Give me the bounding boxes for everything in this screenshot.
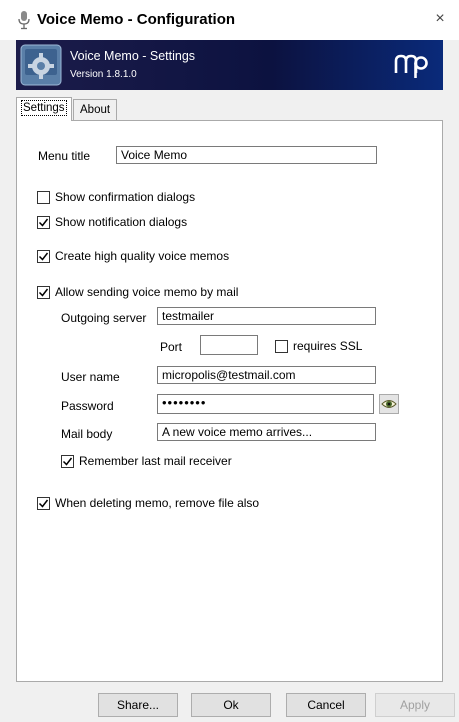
settings-logo-icon (20, 44, 62, 86)
allow-mail-box[interactable] (37, 285, 50, 299)
ok-button[interactable]: Ok (191, 693, 271, 717)
show-notification-checkbox[interactable]: Show notification dialogs (37, 215, 187, 229)
share-button[interactable]: Share... (98, 693, 178, 717)
allow-mail-checkbox[interactable]: Allow sending voice memo by mail (37, 285, 238, 299)
high-quality-label: Create high quality voice memos (55, 249, 230, 263)
show-notification-box[interactable] (37, 215, 50, 229)
tab-about-label: About (80, 104, 111, 116)
dialog-button-bar: Share... Ok Cancel Apply (0, 690, 459, 722)
show-confirmation-box[interactable] (37, 190, 50, 204)
high-quality-checkbox[interactable]: Create high quality voice memos (37, 249, 229, 263)
remember-receiver-box[interactable] (61, 454, 74, 468)
user-name-label: User name (61, 370, 120, 384)
cancel-button[interactable]: Cancel (286, 693, 366, 717)
window-title: Voice Memo - Configuration (37, 11, 236, 28)
delete-file-label: When deleting memo, remove file also (55, 496, 260, 510)
outgoing-server-input[interactable]: testmailer (157, 307, 376, 325)
banner-title: Voice Memo - Settings (70, 49, 196, 63)
requires-ssl-label: requires SSL (293, 339, 363, 353)
mail-body-label: Mail body (61, 427, 113, 441)
tab-settings[interactable]: Settings (16, 97, 72, 121)
checkmark-icon (62, 457, 73, 466)
show-notification-label: Show notification dialogs (55, 215, 188, 229)
menu-title-label: Menu title (38, 149, 91, 163)
close-icon[interactable]: × (429, 8, 451, 30)
delete-file-box[interactable] (37, 496, 50, 510)
settings-banner: Voice Memo - Settings Version 1.8.1.0 (16, 40, 443, 90)
show-confirmation-checkbox[interactable]: Show confirmation dialogs (37, 190, 195, 204)
password-input[interactable]: •••••••• (157, 394, 374, 414)
checkmark-icon (38, 499, 49, 508)
title-bar: Voice Memo - Configuration × (0, 0, 459, 40)
remember-receiver-label: Remember last mail receiver (79, 454, 232, 468)
high-quality-box[interactable] (37, 249, 50, 263)
allow-mail-label: Allow sending voice memo by mail (55, 285, 239, 299)
outgoing-server-label: Outgoing server (61, 311, 147, 325)
port-input[interactable] (200, 335, 258, 355)
micropolis-logo-icon (394, 54, 428, 78)
checkmark-icon (38, 252, 49, 261)
tab-about[interactable]: About (73, 99, 118, 120)
banner-version: Version 1.8.1.0 (70, 69, 137, 80)
eye-icon (381, 400, 397, 408)
tab-settings-label: Settings (21, 100, 67, 116)
mail-body-input[interactable]: A new voice memo arrives... (157, 423, 376, 441)
delete-file-checkbox[interactable]: When deleting memo, remove file also (37, 496, 259, 510)
checkmark-icon (38, 288, 49, 297)
microphone-app-icon (18, 11, 30, 30)
user-name-input[interactable]: micropolis@testmail.com (157, 366, 376, 384)
requires-ssl-box[interactable] (275, 339, 288, 353)
show-password-button[interactable] (379, 394, 399, 414)
password-label: Password (61, 399, 114, 413)
apply-button[interactable]: Apply (375, 693, 455, 717)
remember-receiver-checkbox[interactable]: Remember last mail receiver (61, 454, 232, 468)
requires-ssl-checkbox[interactable]: requires SSL (275, 339, 362, 353)
settings-panel: Menu title Voice Memo Show confirmation … (16, 120, 443, 682)
show-confirmation-label: Show confirmation dialogs (55, 190, 196, 204)
port-label: Port (160, 340, 183, 354)
checkmark-icon (38, 218, 49, 227)
menu-title-input[interactable]: Voice Memo (116, 146, 377, 164)
